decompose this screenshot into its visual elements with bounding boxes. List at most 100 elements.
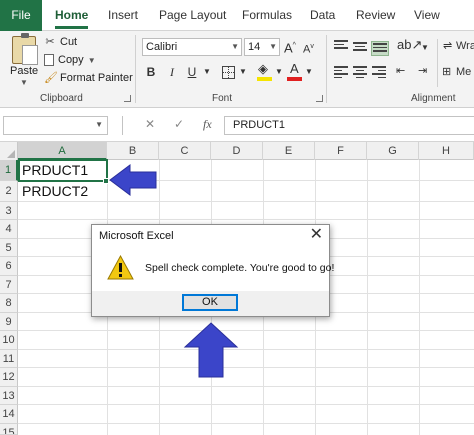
cell-a2[interactable]: PRDUCT2	[22, 183, 88, 199]
column-header-c[interactable]: C	[159, 142, 211, 160]
grow-font-icon[interactable]: A^	[284, 38, 296, 56]
dialog-body: Spell check complete. You're good to go!	[92, 245, 334, 291]
fill-color-swatch	[257, 77, 272, 81]
align-right-icon[interactable]	[372, 66, 386, 78]
format-painter-button[interactable]: 🖌 Format Painter	[44, 70, 133, 86]
tab-insert[interactable]: Insert	[108, 0, 138, 31]
merge-center-label[interactable]: Me	[456, 64, 471, 80]
paste-icon	[12, 33, 38, 65]
tab-formulas[interactable]: Formulas	[242, 0, 292, 31]
chevron-down-icon[interactable]: ▼	[88, 56, 96, 65]
row-header-15[interactable]: 15	[0, 424, 18, 435]
cancel-icon[interactable]: ✕	[145, 117, 155, 131]
chevron-down-icon[interactable]: ▼	[305, 64, 313, 80]
annotation-arrow-up-icon	[183, 322, 239, 378]
decrease-indent-icon[interactable]: ⇤	[396, 63, 405, 79]
column-header-f[interactable]: F	[315, 142, 367, 160]
row-header-12[interactable]: 12	[0, 368, 18, 387]
clipboard-dialog-launcher-icon[interactable]	[124, 95, 131, 102]
cut-label: Cut	[60, 36, 78, 48]
borders-icon[interactable]	[222, 66, 235, 79]
paintbrush-icon: 🖌	[44, 72, 58, 84]
select-all-button[interactable]	[0, 142, 18, 160]
row-header-11[interactable]: 11	[0, 350, 18, 368]
tab-view[interactable]: View	[414, 0, 440, 31]
fill-color-icon[interactable]: ◈	[258, 61, 268, 77]
gridline	[18, 404, 474, 405]
wrap-text-label[interactable]: Wra	[456, 38, 474, 54]
chevron-down-icon[interactable]: ▼	[421, 40, 429, 56]
bold-button[interactable]: B	[145, 64, 157, 80]
group-divider	[135, 35, 136, 103]
increase-indent-icon[interactable]: ⇥	[418, 63, 427, 79]
shrink-font-icon[interactable]: Av	[303, 39, 314, 58]
chevron-down-icon[interactable]: ▼	[95, 120, 103, 129]
row-header-14[interactable]: 14	[0, 405, 18, 424]
tab-review[interactable]: Review	[356, 0, 395, 31]
chevron-down-icon[interactable]: ▼	[239, 64, 247, 80]
copy-icon	[44, 54, 54, 66]
dialog-title: Microsoft Excel	[99, 230, 174, 242]
enter-icon[interactable]: ✓	[174, 117, 184, 131]
row-header-6[interactable]: 6	[0, 257, 18, 276]
merge-center-icon[interactable]: ⊞	[442, 64, 451, 80]
row-header-8[interactable]: 8	[0, 294, 18, 313]
row-header-4[interactable]: 4	[0, 220, 18, 239]
copy-button[interactable]: Copy ▼	[44, 52, 96, 68]
column-header-d[interactable]: D	[211, 142, 263, 160]
gridline	[18, 330, 474, 331]
row-header-13[interactable]: 13	[0, 387, 18, 405]
font-size-select[interactable]: 14 ▼	[244, 38, 280, 56]
wrap-text-icon[interactable]: ⇌	[443, 38, 452, 54]
cut-button[interactable]: ✂ Cut	[44, 34, 77, 50]
alignment-group-label: Alignment	[411, 93, 456, 104]
group-divider	[437, 39, 438, 87]
tab-home[interactable]: Home	[55, 0, 89, 31]
gridline	[18, 201, 474, 202]
italic-button[interactable]: I	[166, 64, 178, 80]
row-header-9[interactable]: 9	[0, 313, 18, 331]
align-center-icon[interactable]	[353, 66, 367, 78]
row-header-10[interactable]: 10	[0, 331, 18, 350]
tab-file[interactable]: File	[0, 0, 42, 31]
row-header-1[interactable]: 1	[0, 160, 18, 181]
align-middle-icon[interactable]	[353, 42, 367, 54]
name-box[interactable]: ▼	[3, 116, 108, 135]
align-bottom-icon[interactable]	[371, 41, 389, 56]
gridline	[18, 367, 474, 368]
column-header-h[interactable]: H	[419, 142, 474, 160]
column-header-a[interactable]: A	[18, 142, 107, 160]
row-header-5[interactable]: 5	[0, 239, 18, 257]
column-header-e[interactable]: E	[263, 142, 315, 160]
warning-icon	[107, 255, 134, 280]
insert-function-icon[interactable]: fx	[203, 117, 212, 132]
chevron-down-icon[interactable]: ▼	[203, 64, 211, 80]
tab-data[interactable]: Data	[310, 0, 335, 31]
font-dialog-launcher-icon[interactable]	[316, 95, 323, 102]
chevron-down-icon[interactable]: ▼	[20, 78, 28, 87]
font-color-icon[interactable]: A	[290, 61, 299, 77]
row-header-7[interactable]: 7	[0, 276, 18, 294]
gridline	[18, 219, 474, 220]
chevron-down-icon[interactable]: ▼	[275, 64, 283, 80]
dialog-footer: OK	[92, 291, 329, 316]
row-header-3[interactable]: 3	[0, 202, 18, 220]
close-icon[interactable]: ✕	[310, 226, 323, 244]
font-size-value: 14	[248, 41, 261, 53]
underline-button[interactable]: U	[186, 64, 198, 80]
group-divider	[326, 35, 327, 103]
scissors-icon: ✂	[45, 36, 55, 48]
orientation-icon[interactable]: ab↗	[397, 37, 422, 53]
row-header-2[interactable]: 2	[0, 181, 18, 202]
ribbon-home: Paste ▼ ✂ Cut Copy ▼ 🖌 Format Painter Cl…	[0, 31, 474, 108]
tab-page-layout[interactable]: Page Layout	[159, 0, 226, 31]
ok-button[interactable]: OK	[182, 294, 238, 311]
column-header-g[interactable]: G	[367, 142, 419, 160]
dialog-message: Spell check complete. You're good to go!	[145, 262, 335, 274]
active-cell-outline	[18, 159, 108, 182]
font-name-select[interactable]: Calibri ▼	[142, 38, 242, 56]
align-top-icon[interactable]	[334, 40, 348, 52]
formula-input[interactable]: PRDUCT1	[224, 116, 474, 135]
column-header-b[interactable]: B	[107, 142, 159, 160]
align-left-icon[interactable]	[334, 66, 348, 78]
